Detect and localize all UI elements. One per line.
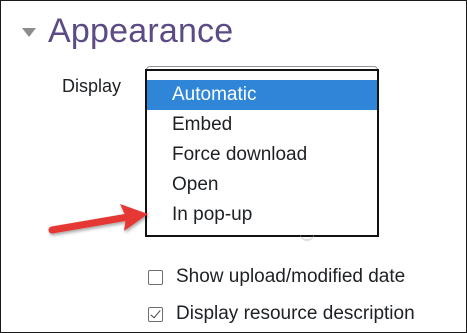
display-dropdown-list[interactable]: Automatic Embed Force download Open In p… xyxy=(145,69,379,237)
option-automatic[interactable]: Automatic xyxy=(147,80,377,110)
show-upload-modified-checkbox[interactable] xyxy=(148,269,163,285)
display-field-label: Display xyxy=(62,76,122,96)
section-title: Appearance xyxy=(48,11,234,50)
option-in-pop-up[interactable]: In pop-up xyxy=(147,200,377,230)
option-open[interactable]: Open xyxy=(147,170,377,200)
annotation-arrow-icon xyxy=(48,204,148,234)
display-resource-description-label: Display resource description xyxy=(176,303,415,324)
show-upload-modified-label: Show upload/modified date xyxy=(176,266,406,287)
collapse-caret-icon xyxy=(22,27,36,37)
display-resource-description-row[interactable]: Display resource description xyxy=(148,303,415,325)
display-resource-description-checkbox[interactable] xyxy=(148,306,163,322)
option-embed[interactable]: Embed xyxy=(147,110,377,140)
appearance-section-toggle[interactable]: Appearance xyxy=(22,8,233,54)
option-force-download[interactable]: Force download xyxy=(147,140,377,170)
show-upload-modified-row[interactable]: Show upload/modified date xyxy=(148,266,405,288)
